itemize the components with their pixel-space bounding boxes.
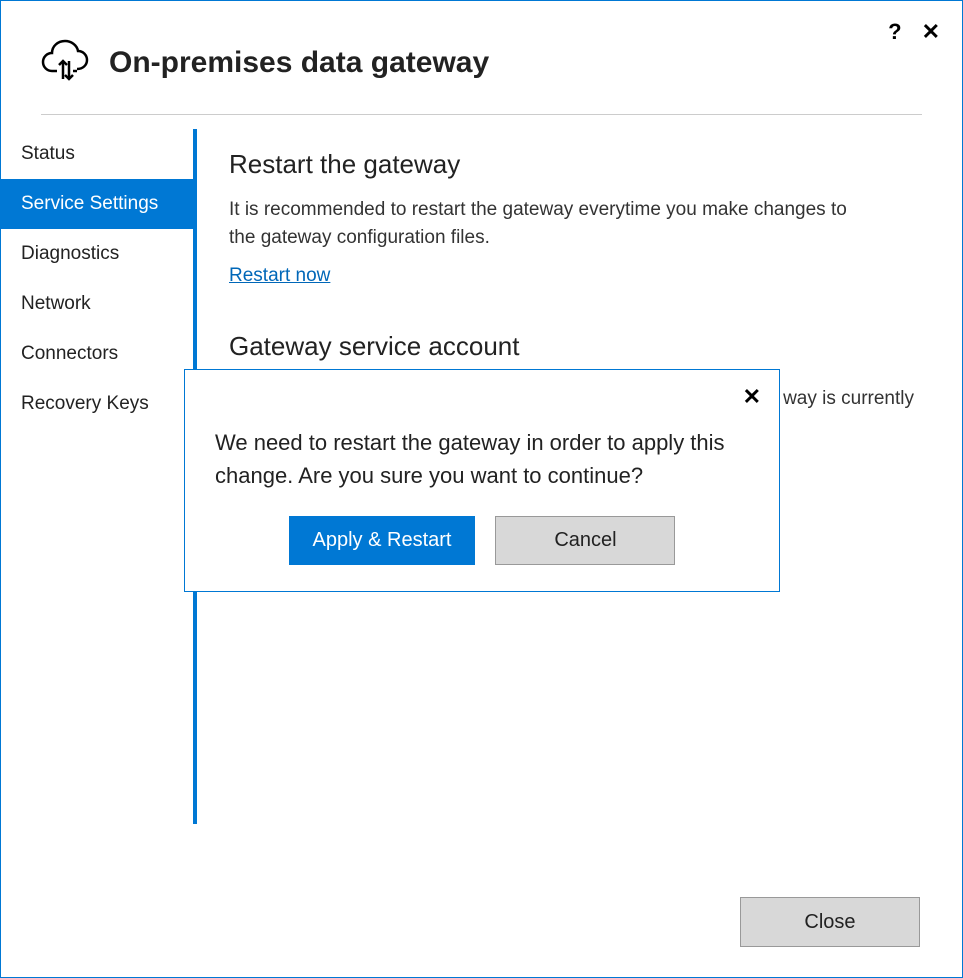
apply-restart-button[interactable]: Apply & Restart: [289, 516, 476, 565]
header: On-premises data gateway: [1, 1, 962, 114]
titlebar-controls: ? ✕: [888, 19, 940, 45]
sidebar-item-status[interactable]: Status: [1, 129, 193, 179]
sidebar-item-recovery-keys[interactable]: Recovery Keys: [1, 379, 193, 429]
cloud-sync-icon: [41, 39, 89, 86]
close-button[interactable]: Close: [740, 897, 920, 947]
restart-section-title: Restart the gateway: [229, 149, 914, 180]
sidebar-item-diagnostics[interactable]: Diagnostics: [1, 229, 193, 279]
sidebar: Status Service Settings Diagnostics Netw…: [1, 129, 193, 977]
account-section-title: Gateway service account: [229, 331, 914, 362]
dialog-close-icon[interactable]: ✕: [743, 384, 761, 410]
close-icon[interactable]: ✕: [922, 19, 940, 45]
page-title: On-premises data gateway: [109, 46, 489, 80]
sidebar-item-connectors[interactable]: Connectors: [1, 329, 193, 379]
restart-confirm-dialog: ✕ We need to restart the gateway in orde…: [184, 369, 780, 592]
help-icon[interactable]: ?: [888, 19, 901, 45]
dialog-message: We need to restart the gateway in order …: [215, 426, 749, 492]
restart-section-text: It is recommended to restart the gateway…: [229, 196, 869, 251]
dialog-buttons: Apply & Restart Cancel: [215, 516, 749, 565]
app-window: ? ✕ On-premises data gateway Status Serv…: [0, 0, 963, 978]
restart-now-link[interactable]: Restart now: [229, 265, 330, 287]
cancel-button[interactable]: Cancel: [495, 516, 675, 565]
footer: Close: [740, 897, 920, 947]
sidebar-item-service-settings[interactable]: Service Settings: [1, 179, 193, 229]
sidebar-item-network[interactable]: Network: [1, 279, 193, 329]
